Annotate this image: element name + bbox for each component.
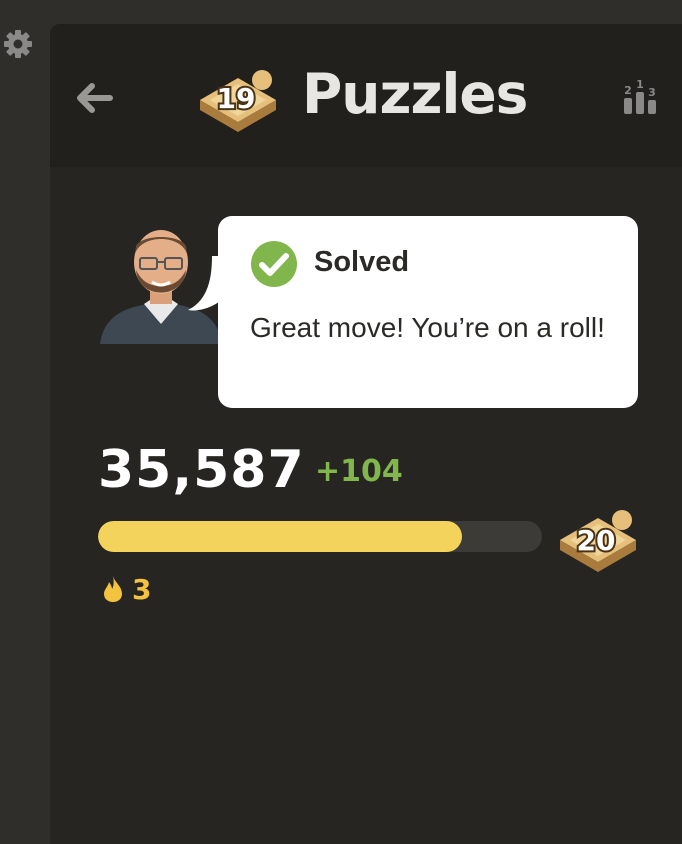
leaderboard-icon[interactable]: 2 1 3 xyxy=(620,78,660,116)
bubble-tail xyxy=(186,256,226,316)
svg-text:3: 3 xyxy=(648,86,656,99)
feedback-message: Great move! You’re on a roll! xyxy=(250,312,605,343)
arrow-left-icon[interactable] xyxy=(72,76,116,120)
svg-text:2: 2 xyxy=(624,84,632,97)
status-title: Solved xyxy=(314,246,410,278)
level-progress-fill xyxy=(98,521,463,552)
feedback-bubble: Solved Great move! You’re on a roll! xyxy=(188,216,638,408)
level-badge: 19 xyxy=(196,56,280,136)
page-title: Puzzles xyxy=(302,62,528,126)
streak-counter: 3 xyxy=(102,572,151,606)
rating-change: +104 xyxy=(315,454,403,489)
panel-header: 19 Puzzles 2 1 3 xyxy=(50,24,682,167)
streak-count: 3 xyxy=(132,572,152,606)
next-level-number: 20 xyxy=(577,524,616,557)
level-badge-number: 19 xyxy=(217,82,256,115)
next-level-badge: 20 xyxy=(556,496,640,576)
gear-icon[interactable] xyxy=(2,28,34,60)
flame-icon xyxy=(104,576,122,602)
svg-text:1: 1 xyxy=(636,78,644,91)
puzzle-panel: 19 Puzzles 2 1 3 Solved Great move! You’… xyxy=(50,24,682,844)
checkmark-icon xyxy=(250,240,298,288)
level-progress-bar xyxy=(98,521,542,552)
puzzle-rating: 35,587 xyxy=(98,440,305,500)
